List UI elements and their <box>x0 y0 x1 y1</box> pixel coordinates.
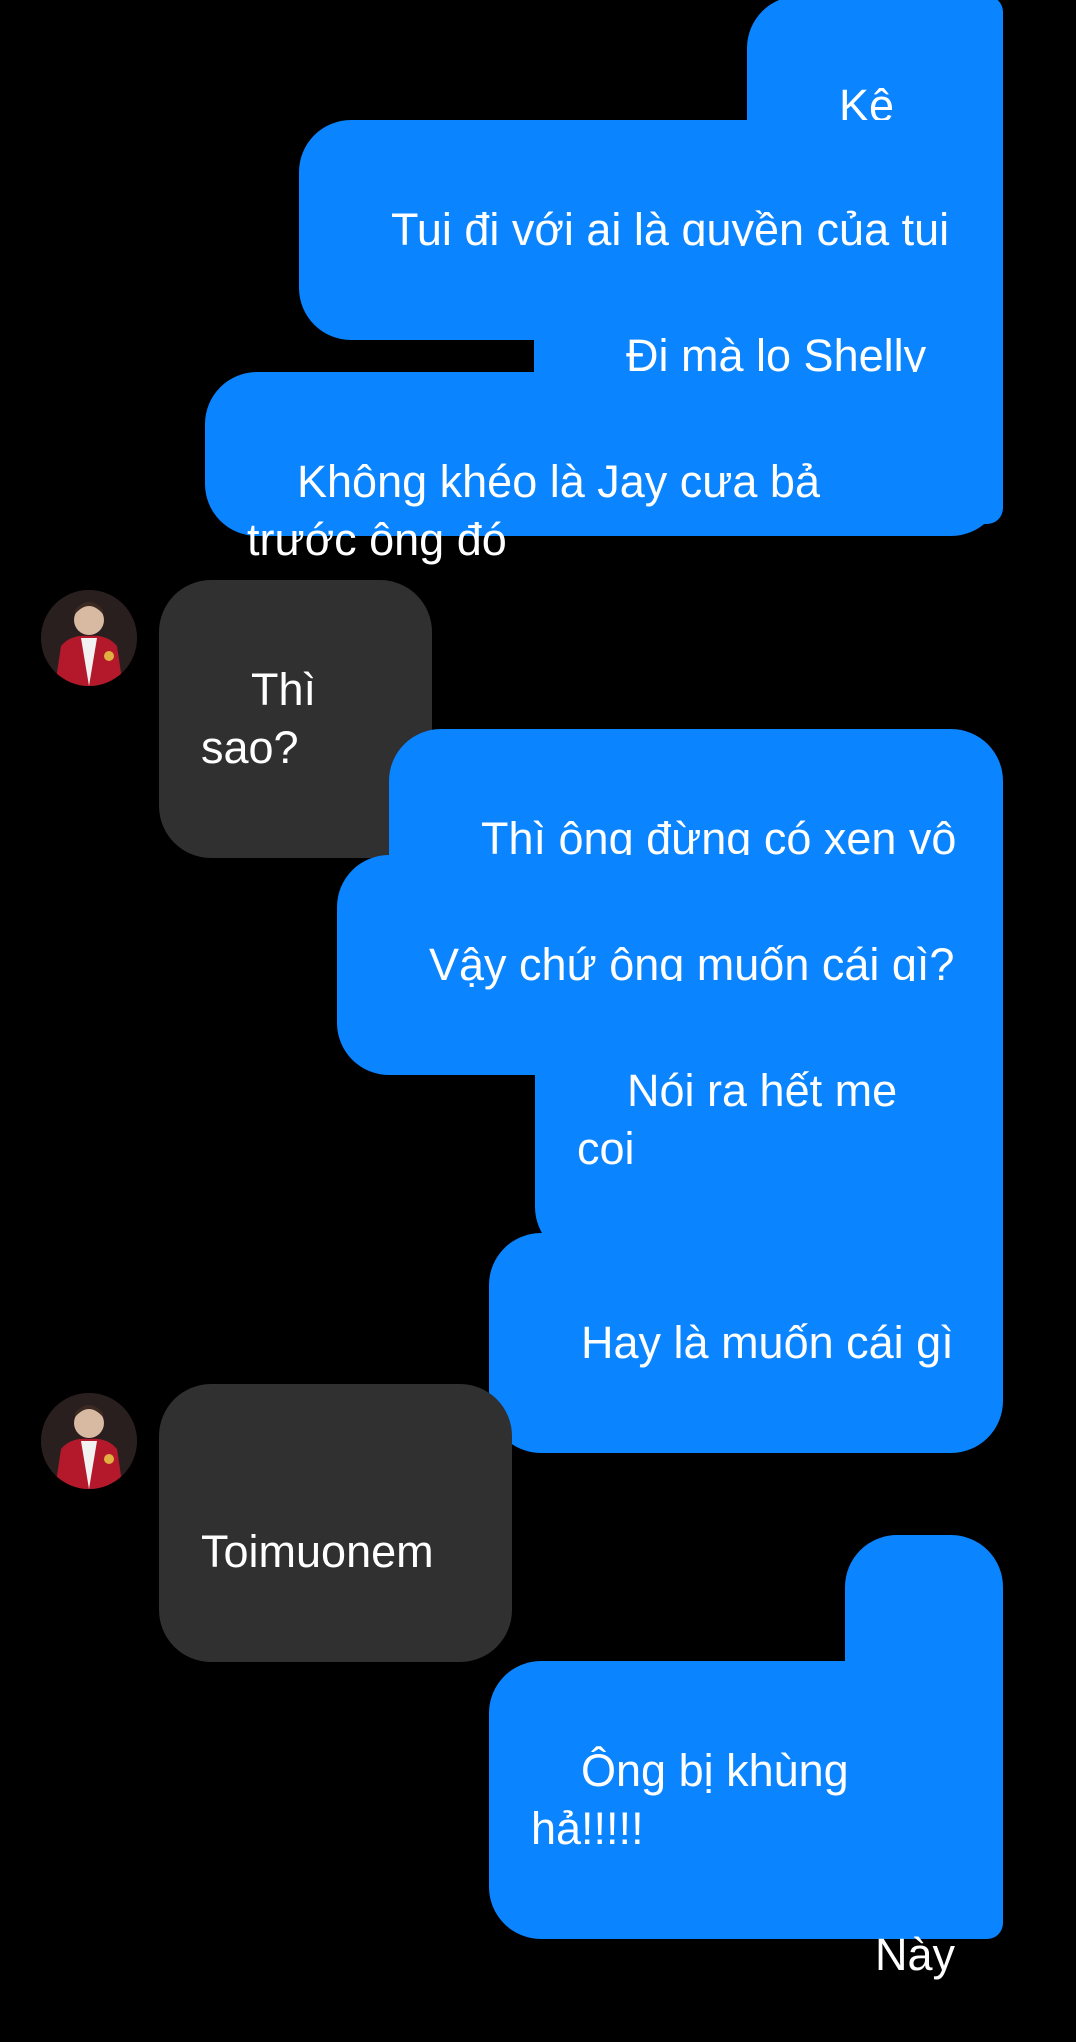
message-text: Thì sao? <box>201 664 329 773</box>
contact-avatar[interactable] <box>41 1393 137 1489</box>
message-bubble-received[interactable]: Toimuonem <box>159 1384 512 1662</box>
message-text: Hay là muốn cái gì <box>581 1317 954 1368</box>
message-text: Ông bị khùng hả!!!!! <box>531 1745 862 1854</box>
message-bubble-sent[interactable]: Này <box>833 1787 1003 1980</box>
contact-avatar[interactable] <box>41 590 137 686</box>
message-text: Toimuonem <box>201 1526 434 1577</box>
message-text: Này <box>875 1929 956 1980</box>
message-text: Không khéo là Jay cưa bả trước ông đó <box>247 456 833 565</box>
person-icon <box>41 1393 137 1489</box>
person-icon <box>41 590 137 686</box>
message-bubble-sent[interactable]: Không khéo là Jay cưa bả trước ông đó <box>205 372 1003 565</box>
message-bubble-sent[interactable]: Hay là muốn cái gì <box>489 1233 1003 1453</box>
message-thread: Kệ ông Tui đi với ai là quyền của tui Đi… <box>0 0 1076 1980</box>
